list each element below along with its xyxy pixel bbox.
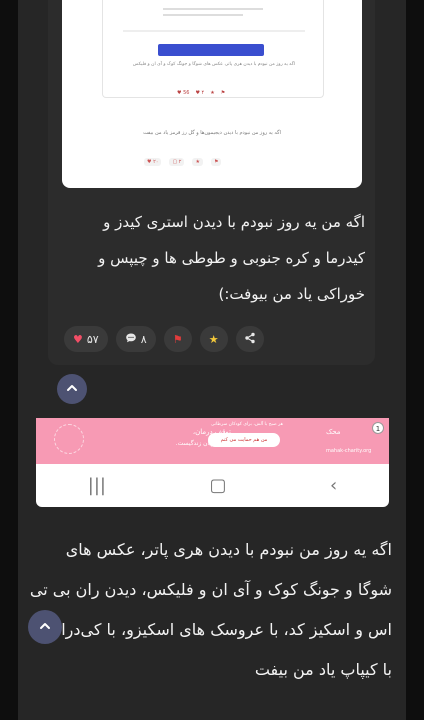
ad-brand: محک: [326, 428, 341, 436]
favorite-button[interactable]: ★: [199, 326, 228, 352]
comment-icon: [125, 332, 137, 347]
ad-cta-button[interactable]: من هم حمایت می کنم: [208, 433, 280, 447]
back-icon[interactable]: ‹: [330, 477, 337, 495]
chevron-up-icon: [65, 380, 79, 399]
embedded-banner: [158, 44, 264, 56]
home-icon[interactable]: ▢: [209, 477, 226, 495]
scroll-up-button-inner[interactable]: [57, 374, 87, 404]
like-button[interactable]: ♥ ۵۷: [64, 326, 108, 352]
embedded-inner-post: اگه یه روز من نبودم با دیدن هری پاتر، عک…: [102, 0, 324, 98]
ad-close-button[interactable]: 1: [372, 422, 384, 434]
android-nav-bar: ||| ▢ ‹: [36, 468, 389, 504]
ad-banner[interactable]: توقف درمان، قطع جریان زندگیست. هر صبح با…: [36, 418, 389, 464]
scroll-up-button[interactable]: [28, 610, 62, 644]
heart-icon: ♥: [73, 332, 83, 346]
share-icon: [244, 332, 256, 347]
quoted-post-text: اگه من یه روز نبودم با دیدن استری کیدز و…: [98, 213, 365, 303]
star-icon: ★: [208, 332, 219, 346]
chevron-up-icon: [38, 618, 52, 637]
recent-apps-icon[interactable]: |||: [88, 477, 106, 495]
report-button[interactable]: ⚑: [163, 326, 192, 352]
comment-button[interactable]: ۸: [115, 326, 156, 352]
post-actions: ♥ ۵۷ ۸ ⚑ ★: [64, 326, 264, 352]
embedded-reactions-bottom: ♥ ۲۰ ▢ ۲ ★ ⚑: [144, 158, 222, 166]
main-post-text: اگه یه روز من نبودم با دیدن هری پاتر، عک…: [29, 540, 392, 679]
embedded-bottom-text: اگه یه روز من نبودم با دیدن دیجیمون‌ها و…: [143, 130, 281, 136]
ad-url: mahak-charity.org: [326, 448, 372, 454]
comment-count: ۸: [140, 332, 147, 346]
embedded-quoted-text: اگه یه روز من نبودم با دیدن هری پاتر، عک…: [132, 62, 296, 67]
embedded-phone-screenshot: توقف درمان، قطع جریان زندگیست. هر صبح با…: [36, 418, 389, 507]
share-button[interactable]: [235, 326, 264, 352]
like-count: ۵۷: [86, 332, 99, 346]
embedded-reactions-top: ♥ 56 ♥ ۴ ★ ⚑: [177, 90, 226, 96]
ad-top-line: هر صبح با آلش، برای کودکان سرطانی: [211, 422, 283, 427]
heart-outline-icon: [54, 424, 84, 454]
flag-icon: ⚑: [172, 332, 183, 346]
embedded-screenshot: اگه یه روز من نبودم با دیدن هری پاتر، عک…: [62, 0, 362, 188]
